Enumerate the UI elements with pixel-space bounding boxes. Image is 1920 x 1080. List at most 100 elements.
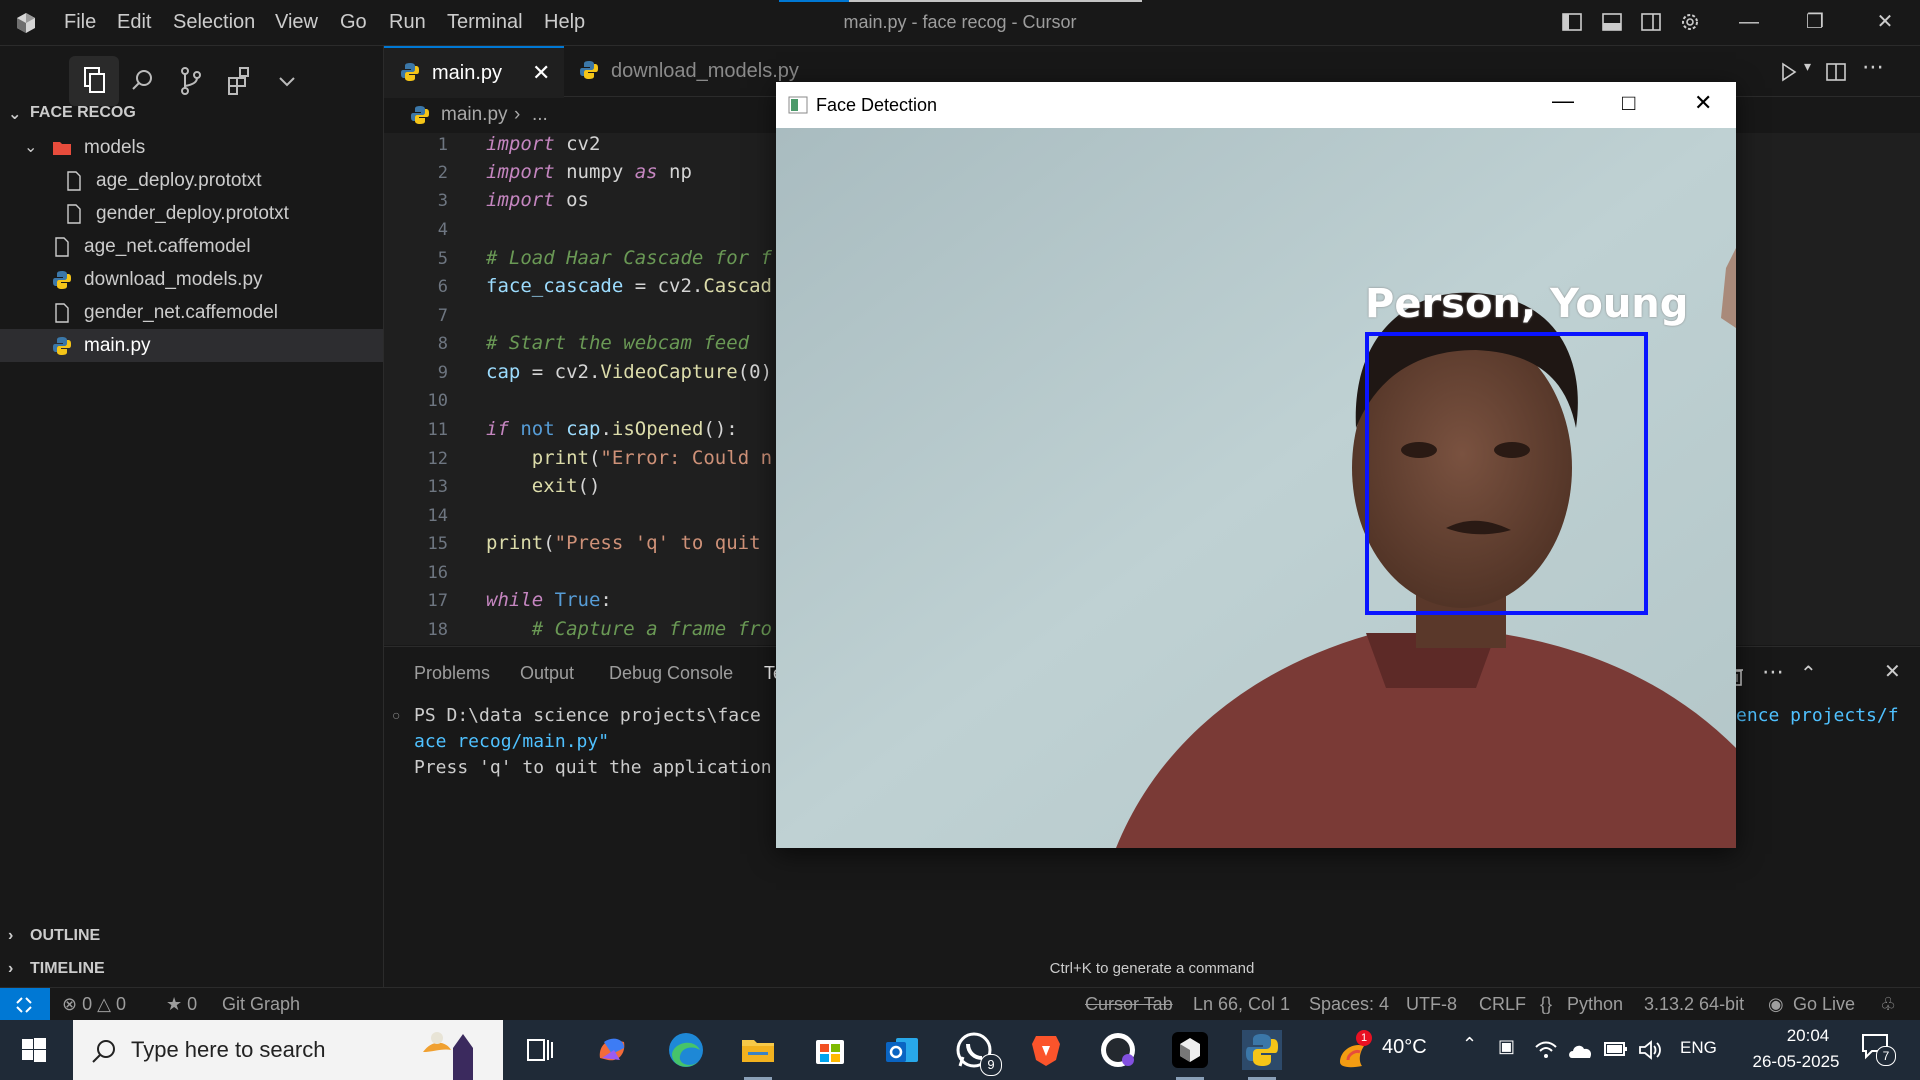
- status-bar: ⊗ 0 △ 0 ★ 0 Git Graph Cursor Tab Ln 66, …: [0, 987, 1920, 1021]
- breadcrumb-file[interactable]: main.py: [441, 97, 508, 133]
- command-hint: Ctrl+K to generate a command: [1049, 960, 1255, 977]
- tab-main-py[interactable]: main.py ✕: [384, 46, 564, 98]
- explorer-sidebar: ⌄ FACE RECOG ⌄ models age_deploy.prototx…: [0, 46, 384, 987]
- cursor-app-icon[interactable]: [1168, 1028, 1212, 1080]
- code-line: face_cascade = cv2.Cascad: [486, 275, 772, 297]
- restore-button[interactable]: ❐: [1782, 0, 1848, 45]
- tree-item-models[interactable]: ⌄ models: [0, 131, 383, 164]
- breadcrumb-symbol[interactable]: ...: [532, 97, 548, 133]
- broadcast-icon: ◉: [1768, 994, 1784, 1014]
- minimize-button[interactable]: —: [1716, 0, 1782, 45]
- meet-now-icon[interactable]: ▣: [1498, 1036, 1515, 1057]
- tree-item-gender-net[interactable]: gender_net.caffemodel: [0, 296, 383, 329]
- terminal-line: PS D:\data science projects\face: [414, 705, 761, 726]
- code-line: while True:: [486, 589, 612, 611]
- volume-icon[interactable]: [1638, 1039, 1662, 1061]
- more-actions-icon[interactable]: ⋯: [1762, 659, 1784, 685]
- tab-download-models[interactable]: download_models.py: [565, 46, 805, 96]
- search-icon[interactable]: [118, 56, 168, 106]
- bell-icon[interactable]: ♧: [1880, 988, 1896, 1021]
- line-number: 6: [437, 277, 448, 297]
- close-panel-icon[interactable]: ✕: [1884, 659, 1901, 684]
- toggle-panel-icon[interactable]: [1600, 10, 1624, 34]
- weather-icon[interactable]: 1: [1332, 1028, 1376, 1072]
- chevron-down-icon[interactable]: [262, 56, 312, 106]
- panel-tab-output[interactable]: Output: [520, 663, 574, 684]
- notification-count-badge: 7: [1876, 1046, 1896, 1066]
- minimize-button[interactable]: —: [1552, 88, 1574, 114]
- file-explorer-icon[interactable]: [736, 1028, 780, 1080]
- line-number: 5: [437, 249, 448, 269]
- timeline-section[interactable]: › TIMELINE: [8, 960, 105, 978]
- wifi-icon[interactable]: [1534, 1039, 1558, 1061]
- python-interpreter[interactable]: 3.13.2 64-bit: [1644, 988, 1744, 1021]
- face-detection-window: Face Detection — □ ✕ Person, Young: [776, 82, 1736, 848]
- close-button[interactable]: ✕: [1852, 0, 1918, 45]
- brave-icon[interactable]: [1024, 1028, 1068, 1072]
- language-mode[interactable]: Python: [1567, 988, 1623, 1021]
- tree-item-age-deploy[interactable]: age_deploy.prototxt: [0, 164, 383, 197]
- close-button[interactable]: ✕: [1694, 90, 1712, 116]
- copilot-icon[interactable]: [590, 1028, 634, 1072]
- tree-item-age-net[interactable]: age_net.caffemodel: [0, 230, 383, 263]
- line-number: 16: [427, 563, 448, 583]
- go-live-button[interactable]: Go Live: [1793, 988, 1855, 1021]
- cursor-tab-status[interactable]: Cursor Tab: [1085, 988, 1173, 1021]
- remote-button[interactable]: [0, 988, 50, 1021]
- code-line: # Load Haar Cascade for f: [486, 247, 772, 269]
- split-editor-icon[interactable]: [1824, 60, 1848, 84]
- code-line: # Start the webcam feed: [486, 332, 750, 354]
- more-actions-icon[interactable]: ⋯: [1862, 54, 1884, 80]
- edge-icon[interactable]: [664, 1028, 708, 1072]
- chevron-up-icon[interactable]: ⌃: [1462, 1034, 1477, 1055]
- input-language[interactable]: ENG: [1680, 1038, 1717, 1058]
- eol-setting[interactable]: CRLF: [1479, 988, 1526, 1021]
- python-app-icon[interactable]: [1240, 1028, 1284, 1080]
- explorer-section-title[interactable]: ⌄ FACE RECOG: [8, 104, 136, 123]
- file-icon: [55, 303, 69, 323]
- taskbar-search[interactable]: Type here to search: [73, 1020, 503, 1080]
- tree-item-label: gender_net.caffemodel: [84, 302, 279, 323]
- outlook-icon[interactable]: [880, 1028, 924, 1072]
- maximize-button[interactable]: □: [1622, 90, 1635, 116]
- git-graph-button[interactable]: Git Graph: [222, 988, 300, 1021]
- tree-item-label: models: [84, 137, 146, 158]
- battery-icon[interactable]: [1604, 1041, 1628, 1057]
- microsoft-store-icon[interactable]: [808, 1028, 852, 1072]
- onedrive-icon[interactable]: [1568, 1040, 1594, 1060]
- encoding-setting[interactable]: UTF-8: [1406, 988, 1457, 1021]
- tree-item-gender-deploy[interactable]: gender_deploy.prototxt: [0, 197, 383, 230]
- cursor-position[interactable]: Ln 66, Col 1: [1193, 988, 1290, 1021]
- panel-tab-debug-console[interactable]: Debug Console: [609, 663, 733, 684]
- run-icon[interactable]: [1776, 60, 1800, 84]
- notification-center-button[interactable]: 7: [1860, 1032, 1900, 1072]
- code-line: print("Press 'q' to quit: [486, 532, 761, 554]
- chevron-down-icon: ⌄: [8, 106, 22, 123]
- explorer-icon[interactable]: [69, 56, 119, 106]
- toggle-sidebar-icon[interactable]: [1560, 10, 1584, 34]
- ports-indicator[interactable]: ★ 0: [166, 988, 197, 1021]
- line-number: 4: [437, 220, 448, 240]
- settings-gear-icon[interactable]: [1678, 10, 1702, 34]
- clock-time[interactable]: 20:04: [1763, 1026, 1853, 1046]
- tree-item-download-models[interactable]: download_models.py: [0, 263, 383, 296]
- line-number: 12: [427, 449, 448, 469]
- close-icon[interactable]: ✕: [532, 48, 550, 98]
- extensions-icon[interactable]: [214, 56, 264, 106]
- indentation-setting[interactable]: Spaces: 4: [1309, 988, 1389, 1021]
- task-view-icon[interactable]: [518, 1028, 562, 1072]
- source-control-icon[interactable]: [166, 56, 216, 106]
- outline-section[interactable]: › OUTLINE: [8, 927, 100, 945]
- panel-tab-problems[interactable]: Problems: [414, 663, 490, 684]
- toggle-secondary-sidebar-icon[interactable]: [1639, 10, 1663, 34]
- python-icon: [401, 63, 419, 81]
- clock-date[interactable]: 26-05-2025: [1736, 1052, 1856, 1072]
- github-desktop-icon[interactable]: [1096, 1028, 1140, 1072]
- chevron-down-icon[interactable]: ▾: [1804, 58, 1811, 75]
- tree-item-main-py[interactable]: main.py: [0, 329, 383, 362]
- whatsapp-icon[interactable]: 9: [952, 1028, 1002, 1076]
- code-line: exit(): [531, 475, 601, 497]
- start-button[interactable]: [0, 1020, 70, 1080]
- errors-indicator[interactable]: ⊗ 0 △ 0: [62, 988, 126, 1021]
- maximize-panel-icon[interactable]: ⌃: [1800, 661, 1817, 686]
